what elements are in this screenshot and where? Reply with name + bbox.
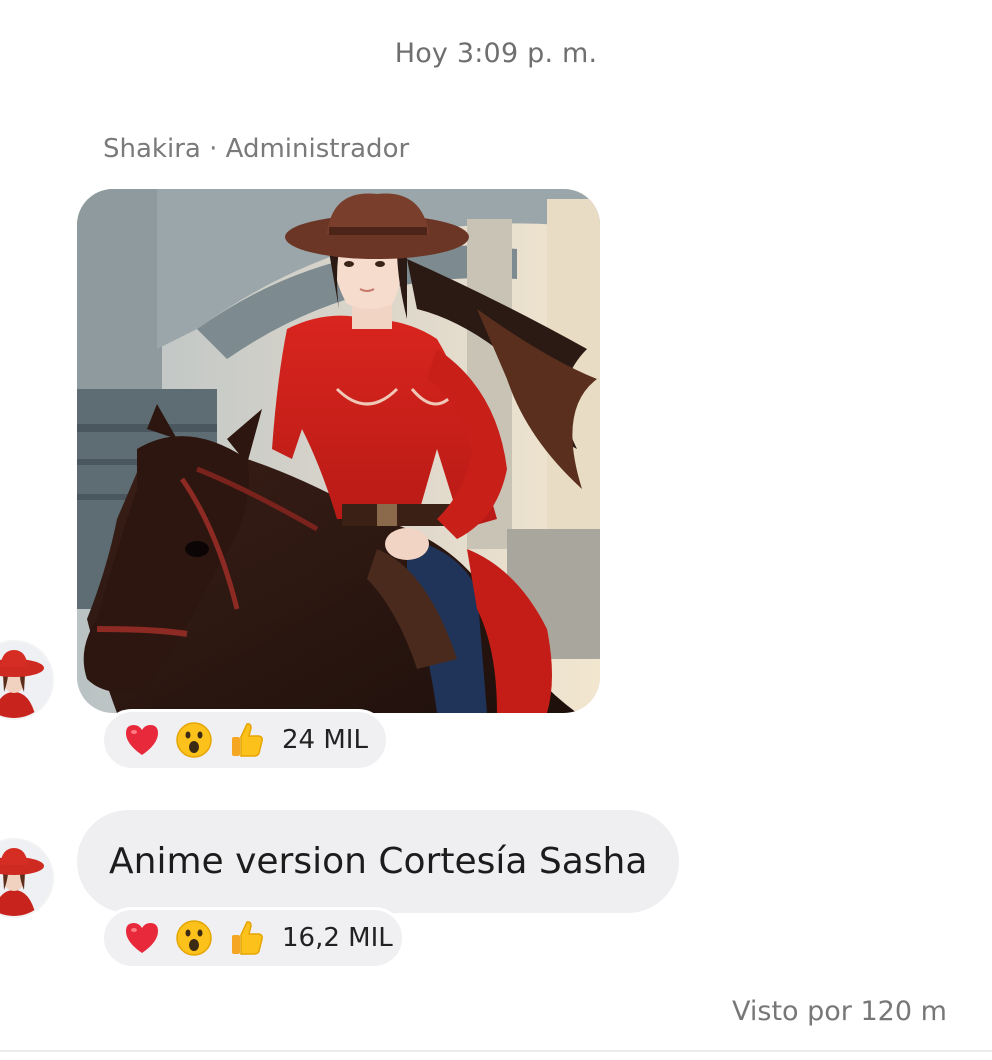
message-timestamp: Hoy 3:09 p. m. [394, 38, 598, 69]
reaction-summary[interactable]: 24 MIL [101, 709, 389, 771]
reaction-count: 24 MIL [282, 725, 368, 755]
wow-face-icon [174, 720, 214, 760]
wow-face-icon [174, 918, 214, 958]
reaction-summary[interactable]: 16,2 MIL [101, 907, 405, 969]
anime-cowgirl-image [77, 189, 600, 713]
thumbs-up-icon [226, 918, 266, 958]
divider [0, 1050, 992, 1052]
heart-icon [122, 918, 162, 958]
heart-icon [122, 720, 162, 760]
seen-by-label[interactable]: Visto por 120 m [732, 996, 992, 1027]
message-text: Anime version Cortesía Sasha [109, 841, 648, 882]
image-message[interactable] [77, 189, 600, 713]
sender-avatar[interactable] [0, 640, 54, 720]
sender-label: Shakira · Administrador [103, 134, 410, 164]
reaction-count: 16,2 MIL [282, 923, 393, 953]
text-message[interactable]: Anime version Cortesía Sasha [77, 810, 680, 913]
sender-avatar[interactable] [0, 838, 54, 918]
thumbs-up-icon [226, 720, 266, 760]
